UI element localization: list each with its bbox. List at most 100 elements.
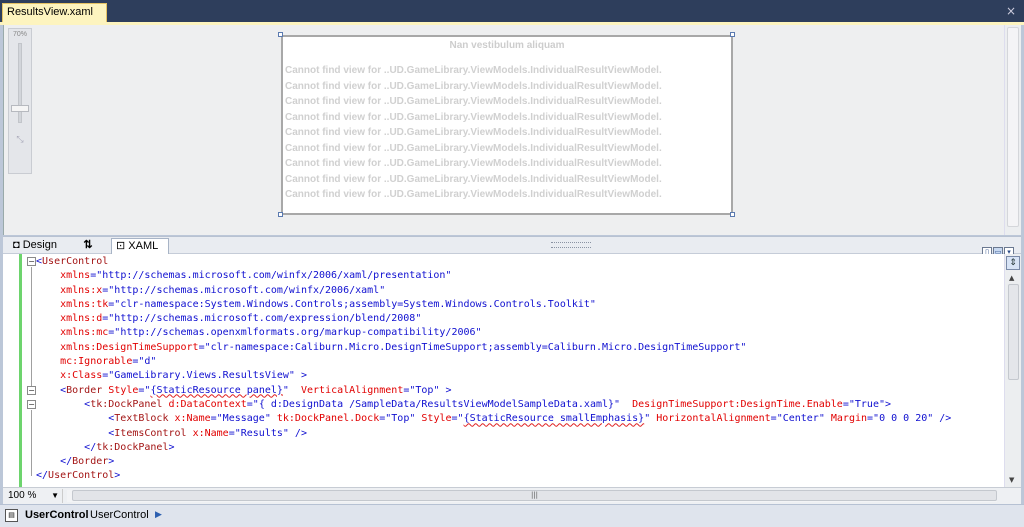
code-token: "clr-namespace:Caliburn.Micro.DesignTime… (204, 341, 747, 353)
fit-to-screen-icon[interactable]: ⤡ (13, 134, 27, 146)
code-line[interactable]: x:Class="GameLibrary.Views.ResultsView" … (36, 369, 986, 383)
code-token: "http://schemas.openxmlformats.org/marku… (114, 327, 482, 339)
code-token: tk:DockPanel.Dock (276, 413, 380, 425)
document-outline-icon[interactable]: ▤ (5, 509, 18, 522)
code-line[interactable]: xmlns:x="http://schemas.microsoft.com/wi… (36, 284, 986, 298)
code-token: x:Name (192, 427, 229, 439)
code-token: "Top" (385, 413, 416, 425)
code-token: Style (108, 384, 139, 396)
code-token: xmlns (60, 270, 91, 282)
tab-design-label: Design (22, 239, 57, 251)
code-token: x:Name (174, 413, 211, 425)
code-line[interactable]: <TextBlock x:Name="Message" tk:DockPanel… (36, 412, 986, 426)
canvas-list-item: Cannot find view for ..UD.GameLibrary.Vi… (285, 158, 662, 169)
breadcrumb-item-usercontrol[interactable]: UserControl (90, 509, 149, 521)
code-token: "{ d:DesignData /SampleData/ResultsViewM… (252, 398, 621, 410)
zoom-slider-thumb[interactable] (11, 105, 29, 112)
breadcrumb: ▤ UserControl UserControl ▶ (0, 504, 1024, 527)
editor-bottom-bar: 100 % ▼ ||| (3, 487, 1021, 504)
view-switcher-bar: ◘ Design ⇅ ⊡ XAML ▯ ▭ ▾ (3, 236, 1021, 257)
code-line[interactable]: xmlns:d="http://schemas.microsoft.com/ex… (36, 312, 986, 326)
code-line[interactable]: <UserControl (36, 255, 986, 269)
code-line[interactable]: <tk:DockPanel d:DataContext="{ d:DesignD… (36, 398, 986, 412)
zoom-level-select[interactable]: 100 % ▼ (5, 489, 63, 503)
code-line[interactable]: xmlns:DesignTimeSupport="clr-namespace:C… (36, 341, 986, 355)
code-token: Border (66, 384, 103, 396)
code-line[interactable]: mc:Ignorable="d" (36, 355, 986, 369)
collapse-usercontrol-icon[interactable]: − (27, 257, 36, 266)
editor-split-icon[interactable]: ⇕ (1006, 256, 1020, 270)
resize-handle-tr[interactable] (730, 32, 735, 37)
resize-handle-bl[interactable] (278, 212, 283, 217)
outline-line (31, 410, 32, 476)
tab-design[interactable]: ◘ Design (9, 238, 71, 254)
design-canvas[interactable]: Nan vestibulum aliquam Cannot find view … (281, 35, 733, 215)
code-token: UserControl (48, 470, 115, 482)
tab-xaml[interactable]: ⊡ XAML (111, 238, 169, 254)
horizontal-scroll-thumb[interactable]: ||| (72, 490, 997, 501)
zoom-slider-label: 70% (12, 31, 27, 38)
breadcrumb-arrow-icon[interactable]: ▶ (155, 510, 162, 520)
zoom-slider[interactable]: 70% ⤡ (8, 28, 32, 174)
design-vertical-scrollbar[interactable] (1004, 25, 1021, 235)
code-token: "Center" (776, 413, 825, 425)
code-text[interactable]: <UserControl xmlns="http://schemas.micro… (36, 255, 986, 484)
code-token: d:DataContext (168, 398, 247, 410)
resize-handle-br[interactable] (730, 212, 735, 217)
design-scroll-thumb[interactable] (1007, 27, 1019, 227)
code-token: > (294, 370, 307, 382)
chevron-down-icon: ▼ (51, 491, 59, 500)
code-line[interactable]: </tk:DockPanel> (36, 441, 986, 455)
code-token: "http://schemas.microsoft.com/winfx/2006… (96, 270, 452, 282)
canvas-list-item: Cannot find view for ..UD.GameLibrary.Vi… (285, 80, 662, 92)
code-token: mc:Ignorable (60, 356, 133, 368)
pane-layout-buttons: ▯ ▭ ▾ (981, 239, 1017, 257)
code-scroll-thumb[interactable] (1008, 284, 1019, 380)
document-tab-strip: ResultsView.xaml × (0, 0, 1024, 22)
swap-panes-button[interactable]: ⇅ (75, 238, 101, 254)
collapse-dockpanel-icon[interactable]: − (27, 400, 36, 409)
breadcrumb-item-usercontrol-bold[interactable]: UserControl (25, 509, 89, 521)
code-line[interactable]: xmlns="http://schemas.microsoft.com/winf… (36, 269, 986, 283)
scroll-down-arrow-icon[interactable]: ▼ (1009, 476, 1014, 484)
code-token: </ (84, 441, 97, 453)
collapse-border-icon[interactable]: − (27, 386, 36, 395)
design-surface[interactable]: 70% ⤡ Nan vestibulum aliquam Cannot find… (3, 25, 1021, 235)
code-token: /> (288, 427, 307, 439)
canvas-list-item: Cannot find view for ..UD.GameLibrary.Vi… (285, 65, 662, 76)
code-token: "0 0 0 20" (873, 413, 934, 425)
code-line[interactable]: <Border Style="{StaticResource panel}" V… (36, 384, 986, 398)
xaml-code-editor[interactable]: − − − <UserControl xmlns="http://schemas… (3, 254, 1021, 487)
resize-handle-tl[interactable] (278, 32, 283, 37)
code-token: "Message" (216, 413, 271, 425)
close-icon: × (1005, 4, 1017, 18)
code-token: "GameLibrary.Views.ResultsView" (108, 370, 295, 382)
code-token: Border (72, 456, 109, 468)
document-tab-resultsview[interactable]: ResultsView.xaml (2, 3, 107, 22)
code-line[interactable]: xmlns:tk="clr-namespace:System.Windows.C… (36, 298, 986, 312)
close-document-button[interactable]: × (1004, 4, 1018, 18)
code-token: "http://schemas.microsoft.com/expression… (108, 313, 422, 325)
code-token: ItemsControl (114, 427, 187, 439)
scroll-up-arrow-icon[interactable]: ▲ (1009, 274, 1014, 282)
code-line[interactable]: xmlns:mc="http://schemas.openxmlformats.… (36, 326, 986, 340)
code-vertical-scrollbar[interactable]: ⇕ ▲ ▼ (1004, 254, 1021, 487)
code-token: "http://schemas.microsoft.com/winfx/2006… (108, 284, 386, 296)
canvas-list-item: Cannot find view for ..UD.GameLibrary.Vi… (285, 127, 662, 138)
code-line[interactable]: </Border> (36, 455, 986, 469)
pane-splitter-grip[interactable] (551, 242, 591, 248)
code-horizontal-scrollbar[interactable]: ||| (67, 490, 997, 502)
code-token: "clr-namespace:System.Windows.Controls;a… (114, 298, 596, 310)
code-token: DesignTimeSupport:DesignTime.Enable (632, 398, 843, 410)
code-token: </ (36, 470, 49, 482)
code-token: > (884, 398, 892, 410)
code-token: > (108, 456, 115, 468)
code-line[interactable]: <ItemsControl x:Name="Results" /> (36, 427, 986, 441)
code-line[interactable]: </UserControl> (36, 469, 986, 483)
